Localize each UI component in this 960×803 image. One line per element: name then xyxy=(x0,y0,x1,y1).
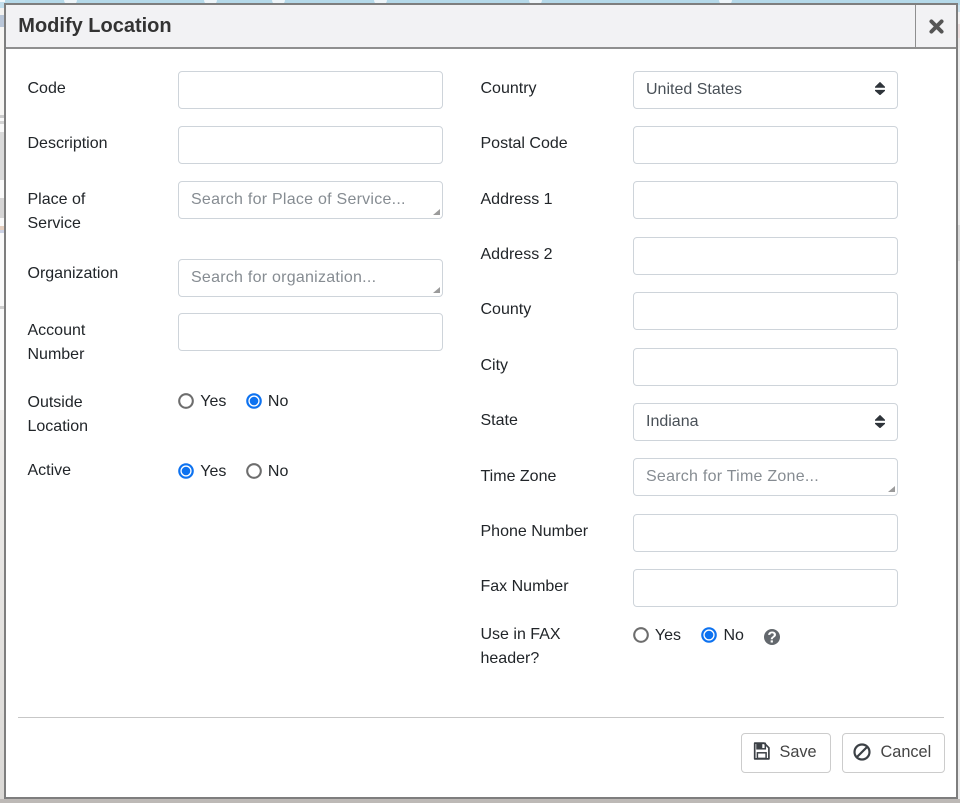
svg-text:?: ? xyxy=(767,629,776,645)
